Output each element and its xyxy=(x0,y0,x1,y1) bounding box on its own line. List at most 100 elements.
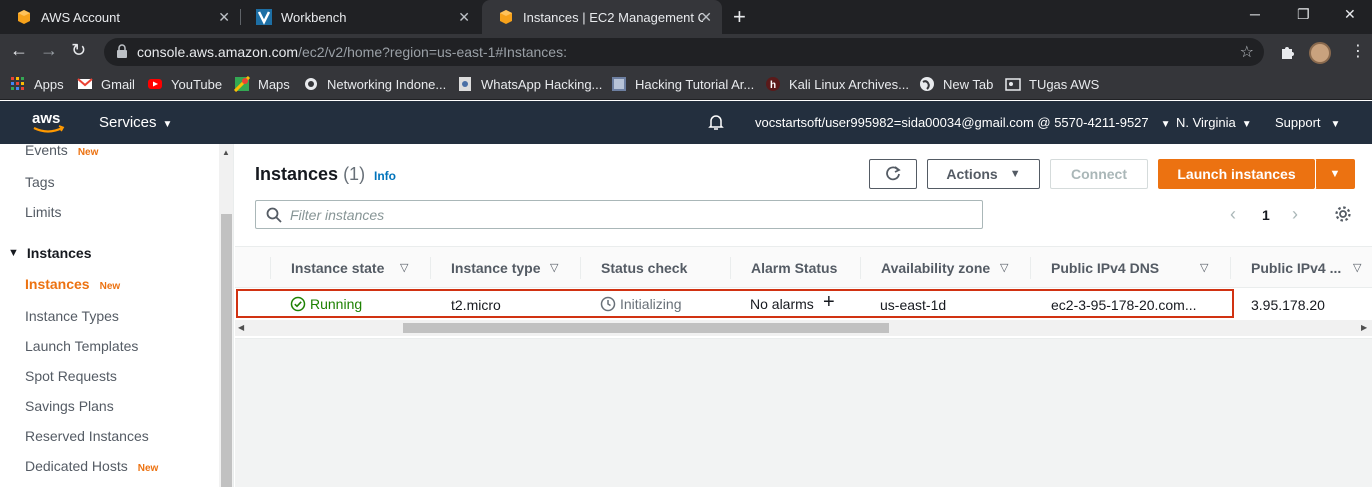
bookmark-whatsapp[interactable]: WhatsApp Hacking... xyxy=(457,76,602,92)
filter-instances-input[interactable] xyxy=(290,205,970,225)
column-divider xyxy=(430,257,431,279)
sidebar-item-instances[interactable]: Instances New xyxy=(25,276,120,292)
services-menu[interactable]: Services ▼ xyxy=(99,114,172,131)
public-dns-cell: ec2-3-95-178-20.com... xyxy=(1051,297,1197,313)
sort-caret-icon[interactable]: ▽ xyxy=(1000,261,1008,274)
connect-button[interactable]: Connect xyxy=(1050,159,1148,189)
notification-bell-icon[interactable] xyxy=(707,113,725,131)
page-title: Instances (1) xyxy=(255,164,366,184)
add-alarm-plus-icon[interactable]: + xyxy=(823,291,835,314)
tab-workbench[interactable]: Workbench ✕ xyxy=(240,0,480,34)
sort-caret-icon[interactable]: ▽ xyxy=(550,261,558,274)
column-availability-zone[interactable]: Availability zone xyxy=(881,260,990,276)
column-divider xyxy=(1030,257,1031,279)
page-number[interactable]: 1 xyxy=(1262,207,1270,223)
sidebar-item-reserved-instances[interactable]: Reserved Instances xyxy=(25,428,149,444)
bookmark-apps[interactable]: Apps xyxy=(10,76,64,92)
column-divider xyxy=(580,257,581,279)
page-icon xyxy=(612,77,626,91)
launch-instances-button[interactable]: Launch instances xyxy=(1158,159,1315,189)
column-divider xyxy=(730,257,731,279)
bookmark-new-tab[interactable]: New Tab xyxy=(919,76,993,92)
bookmark-hacking-tutorial[interactable]: Hacking Tutorial Ar... xyxy=(611,76,754,92)
scroll-right-arrow-icon[interactable]: ▶ xyxy=(1361,323,1367,332)
maps-icon xyxy=(234,76,250,92)
column-public-ipv4-dns[interactable]: Public IPv4 DNS xyxy=(1051,260,1159,276)
minimize-icon[interactable]: ─ xyxy=(1250,6,1260,22)
scroll-left-arrow-icon[interactable]: ◀ xyxy=(238,323,244,332)
scroll-up-arrow-icon[interactable]: ▲ xyxy=(222,148,230,157)
back-arrow-icon[interactable]: ← xyxy=(10,40,28,61)
page-icon xyxy=(459,77,471,91)
sidebar-section-instances[interactable]: ▼ Instances xyxy=(8,245,91,261)
sort-caret-icon[interactable]: ▽ xyxy=(400,261,408,274)
close-icon[interactable]: ✕ xyxy=(700,9,712,26)
address-bar[interactable]: console.aws.amazon.com/ec2/v2/home?regio… xyxy=(104,38,1264,66)
sidebar-item-spot-requests[interactable]: Spot Requests xyxy=(25,368,117,384)
column-alarm-status[interactable]: Alarm Status xyxy=(751,260,837,276)
column-public-ipv4[interactable]: Public IPv4 ... xyxy=(1251,260,1341,276)
info-link[interactable]: Info xyxy=(374,169,396,183)
sidebar-item-dedicated-hosts[interactable]: Dedicated Hosts New xyxy=(25,458,158,474)
previous-page-icon[interactable]: ‹ xyxy=(1230,204,1236,225)
sidebar-item-instance-types[interactable]: Instance Types xyxy=(25,308,119,324)
caret-down-icon: ▼ xyxy=(1009,168,1021,180)
reload-icon[interactable]: ↻ xyxy=(71,40,86,61)
url-text: console.aws.amazon.com/ec2/v2/home?regio… xyxy=(137,44,567,60)
new-tab-button[interactable]: + xyxy=(733,4,746,30)
sidebar-item-launch-templates[interactable]: Launch Templates xyxy=(25,338,138,354)
bookmark-tugas-aws[interactable]: TUgas AWS xyxy=(1005,76,1099,92)
bookmark-youtube[interactable]: YouTube xyxy=(147,76,222,92)
bookmark-gmail[interactable]: Gmail xyxy=(77,76,135,92)
status-check-cell: Initializing xyxy=(600,296,681,312)
close-icon[interactable]: ✕ xyxy=(458,9,470,26)
column-instance-state[interactable]: Instance state xyxy=(291,260,384,276)
actions-button[interactable]: Actions ▼ xyxy=(927,159,1040,189)
profile-avatar[interactable] xyxy=(1309,42,1331,64)
scrollbar-thumb[interactable] xyxy=(403,323,889,333)
table-horizontal-scrollbar[interactable]: ◀ ▶ xyxy=(235,320,1372,336)
sidebar-item-tags[interactable]: Tags xyxy=(25,174,55,190)
apps-grid-icon xyxy=(11,77,24,90)
tab-ec2-instances[interactable]: Instances | EC2 Management Co ✕ xyxy=(482,0,722,34)
maximize-icon[interactable]: ❐ xyxy=(1297,6,1310,23)
filter-instances-field[interactable] xyxy=(255,200,983,229)
region-selector[interactable]: N. Virginia ▼ xyxy=(1176,115,1252,130)
bookmark-maps[interactable]: Maps xyxy=(234,76,290,92)
next-page-icon[interactable]: › xyxy=(1292,204,1298,225)
bookmark-networking[interactable]: Networking Indone... xyxy=(303,76,446,92)
sort-caret-icon[interactable]: ▽ xyxy=(1200,261,1208,274)
account-menu[interactable]: vocstartsoft/user995982=sida00034@gmail.… xyxy=(755,115,1171,130)
tab-title: Workbench xyxy=(281,9,347,25)
sidebar-item-events[interactable]: Events New xyxy=(25,144,98,158)
tab-title: Instances | EC2 Management Co xyxy=(523,9,703,25)
sort-caret-icon[interactable]: ▽ xyxy=(1353,261,1361,274)
new-badge: New xyxy=(99,281,121,292)
launch-options-dropdown[interactable]: ▼ xyxy=(1315,159,1355,189)
aws-box-icon xyxy=(18,10,30,24)
column-status-check[interactable]: Status check xyxy=(601,260,687,276)
close-icon[interactable]: ✕ xyxy=(218,9,230,26)
sidebar-scrollbar[interactable]: ▲ xyxy=(219,144,233,487)
bookmarks-bar: Apps Gmail YouTube Maps Networking Indon… xyxy=(0,70,1372,100)
bookmark-kali-linux[interactable]: h Kali Linux Archives... xyxy=(765,76,909,92)
scrollbar-thumb[interactable] xyxy=(221,214,232,487)
aws-logo[interactable]: aws xyxy=(31,108,65,136)
tab-title: AWS Account xyxy=(41,9,120,25)
support-menu[interactable]: Support ▼ xyxy=(1275,115,1340,130)
refresh-icon xyxy=(886,166,901,181)
refresh-button[interactable] xyxy=(869,159,917,189)
network-icon xyxy=(305,78,317,90)
forward-arrow-icon[interactable]: → xyxy=(40,40,58,61)
tab-aws-account[interactable]: AWS Account ✕ xyxy=(0,0,240,34)
table-row[interactable]: Running t2.micro Initializing No alarms … xyxy=(235,288,1372,320)
sidebar-item-limits[interactable]: Limits xyxy=(25,204,62,220)
sidebar-item-savings-plans[interactable]: Savings Plans xyxy=(25,398,114,414)
column-instance-type[interactable]: Instance type xyxy=(451,260,540,276)
browser-menu-icon[interactable]: ⋮ xyxy=(1350,41,1366,61)
bookmark-star-icon[interactable]: ☆ xyxy=(1240,42,1254,62)
caret-down-icon: ▼ xyxy=(8,247,19,259)
extensions-puzzle-icon[interactable] xyxy=(1279,44,1295,60)
gear-icon[interactable] xyxy=(1334,205,1352,223)
window-close-icon[interactable]: ✕ xyxy=(1344,6,1356,23)
